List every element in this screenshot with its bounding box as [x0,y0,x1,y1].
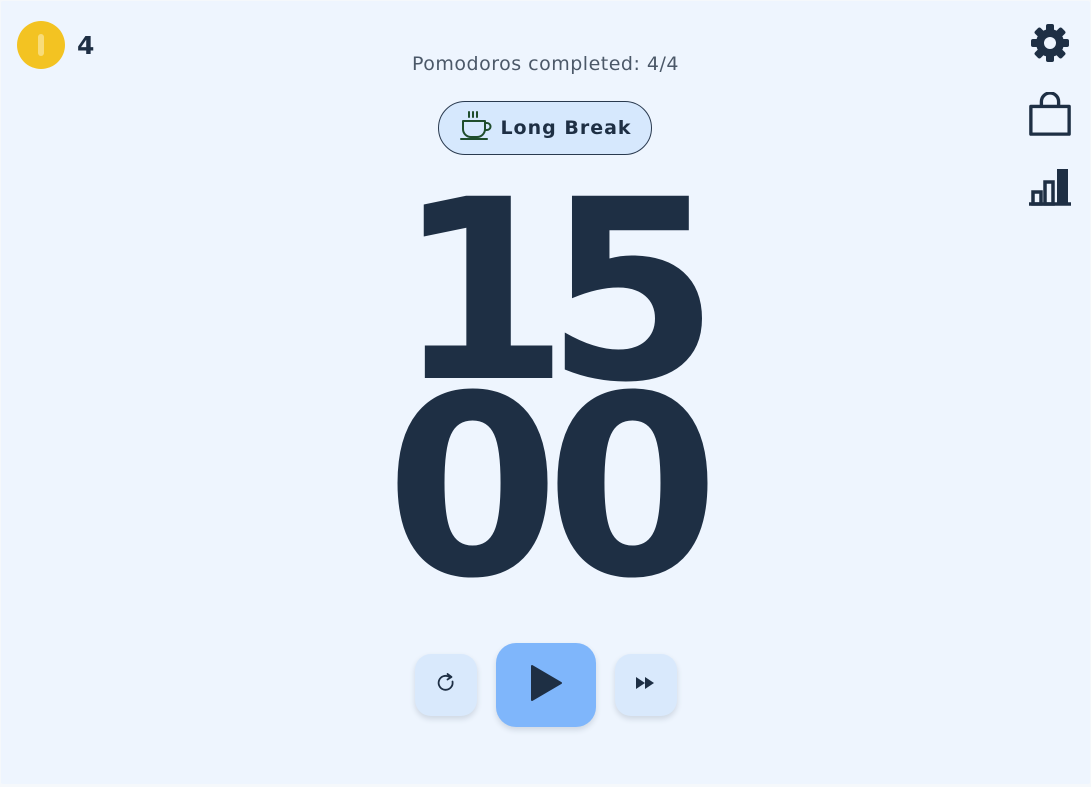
play-button[interactable] [495,643,596,727]
reset-button[interactable] [414,654,477,716]
skip-button[interactable] [614,654,677,716]
timer-controls [1,643,1090,727]
mode-label: Long Break [500,117,632,139]
timer-seconds: 00 [385,342,720,633]
bar-chart-icon[interactable] [1028,165,1072,209]
shopping-bag-icon[interactable] [1028,92,1072,137]
play-icon [528,663,564,707]
gear-icon[interactable] [1028,21,1072,65]
pomodoro-progress-text: Pomodoros completed: 4/4 [411,53,679,75]
skip-icon [635,675,657,695]
side-menu [1028,21,1072,237]
coffee-cup-icon [458,110,492,146]
pomodoro-app: 4 Pomodoros completed: 4/4 Long Break 15… [1,1,1090,784]
reset-icon [434,671,458,699]
